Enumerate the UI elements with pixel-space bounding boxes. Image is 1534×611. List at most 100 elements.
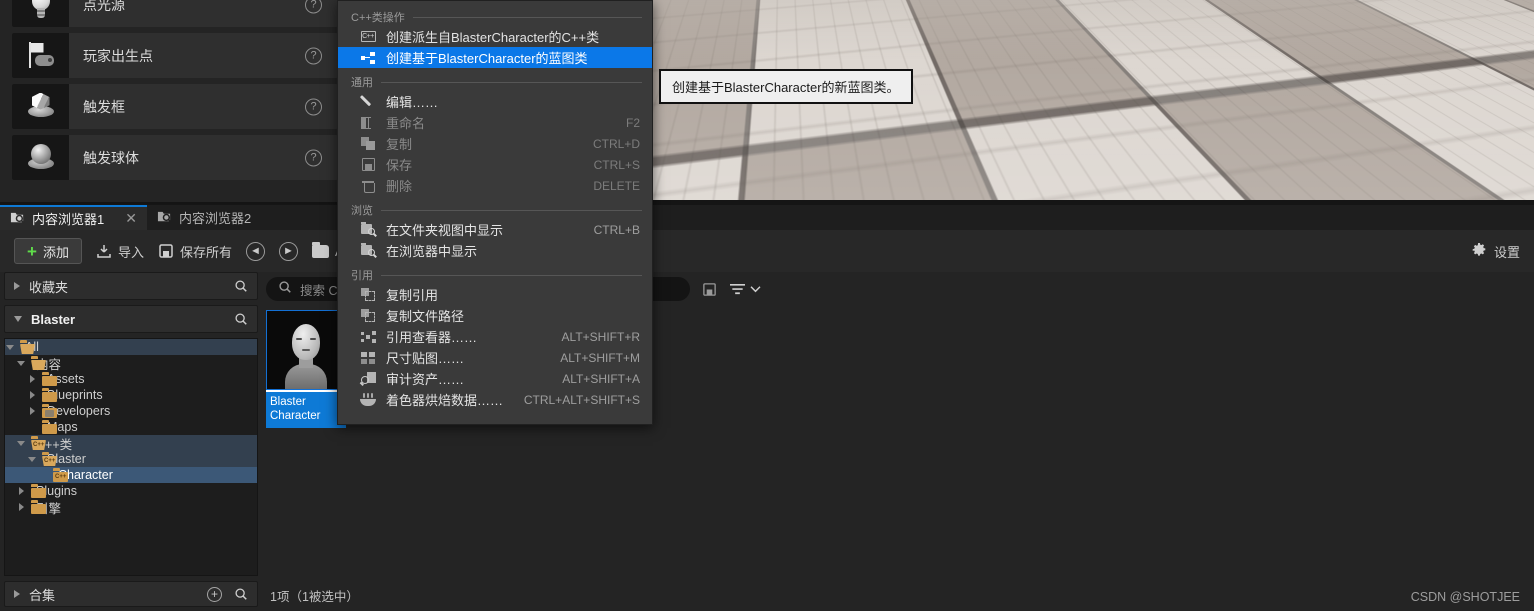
- save-search-icon[interactable]: [702, 282, 717, 297]
- tree-item-developers[interactable]: Developers: [5, 403, 257, 419]
- add-collection-icon[interactable]: +: [207, 586, 222, 602]
- search-icon[interactable]: [234, 312, 248, 326]
- chevron-down-icon: [14, 316, 22, 322]
- collections-bar[interactable]: 合集 +: [4, 581, 258, 607]
- folder-tree[interactable]: All内容AssetsBlueprintsDevelopersMapsC++C+…: [4, 338, 258, 576]
- tree-item-character[interactable]: C++ Character: [5, 467, 257, 483]
- menu-item-shader-cook[interactable]: 着色器烘焙数据…… CTRL+ALT+SHIFT+S: [338, 389, 652, 410]
- place-item-trigger-sphere[interactable]: 触发球体 ?: [12, 135, 338, 180]
- menu-item-blueprint-class[interactable]: 创建基于BlasterCharacter的蓝图类: [338, 47, 652, 68]
- place-item-player-start[interactable]: 玩家出生点 ?: [12, 33, 338, 78]
- chevron-down-icon[interactable]: [17, 360, 31, 366]
- point-light-icon: [12, 0, 69, 27]
- settings-button[interactable]: 设置: [1471, 230, 1520, 272]
- chevron-right-icon[interactable]: [18, 503, 31, 511]
- show-in-folder-icon: [360, 221, 376, 238]
- place-item-point-light[interactable]: 点光源 ?: [12, 0, 338, 27]
- tree-item-[interactable]: 内容: [5, 355, 257, 372]
- content-browser: 内容浏览器1 ✕ 内容浏览器2 + 添加 导入 保存所有 ◄ ► 设置 收藏夹 …: [0, 205, 1534, 611]
- chevron-right-icon[interactable]: [29, 375, 42, 383]
- chevron-right-icon: [14, 590, 20, 598]
- menu-item-duplicate: 复制 CTRL+D: [338, 133, 652, 154]
- trash-icon: [360, 178, 376, 194]
- import-label: 导入: [117, 244, 144, 260]
- chevron-right-icon[interactable]: [18, 487, 31, 495]
- source-header[interactable]: Blaster: [4, 305, 258, 333]
- menu-item-save: 保存 CTRL+S: [338, 154, 652, 175]
- back-button[interactable]: ◄: [245, 241, 265, 261]
- menu-item-trash: 删除 DELETE: [338, 175, 652, 196]
- close-icon[interactable]: ✕: [125, 210, 137, 227]
- help-icon[interactable]: ?: [305, 47, 322, 64]
- place-item-label: 触发球体: [83, 149, 139, 166]
- sources-panel: 收藏夹 Blaster All内容AssetsBlueprintsDevelop…: [4, 272, 258, 607]
- tab-content-browser-2[interactable]: 内容浏览器2: [146, 205, 262, 230]
- forward-button[interactable]: ►: [278, 241, 298, 261]
- chevron-right-icon: [14, 282, 20, 290]
- chevron-down-icon[interactable]: [17, 440, 31, 446]
- folder-icon: [42, 420, 57, 434]
- menu-item-label: 创建派生自BlasterCharacter的C++类: [386, 30, 600, 45]
- menu-item-reference-viewer[interactable]: 引用查看器…… ALT+SHIFT+R: [338, 326, 652, 347]
- show-in-explorer-icon: [360, 242, 376, 259]
- save-all-button[interactable]: 保存所有: [158, 242, 232, 261]
- content-browser-tabstrip: 内容浏览器1 ✕ 内容浏览器2: [0, 205, 1534, 230]
- menu-item-label: 审计资产……: [386, 372, 465, 387]
- place-actors-panel: 点光源 ? 玩家出生点 ? 触发框 ? 触发球体 ?: [0, 0, 345, 204]
- favorites-header[interactable]: 收藏夹: [4, 272, 258, 300]
- tree-item-assets[interactable]: Assets: [5, 371, 257, 387]
- search-icon[interactable]: [234, 279, 248, 293]
- import-button[interactable]: 导入: [96, 242, 144, 261]
- menu-item-label: 删除: [386, 179, 413, 194]
- folder-cpp-icon: C++: [31, 436, 46, 450]
- save-all-label: 保存所有: [179, 244, 232, 260]
- character-thumbnail: [266, 310, 346, 390]
- asset-tile-label: Blaster Character: [266, 392, 346, 428]
- asset-tile[interactable]: Blaster Character: [266, 310, 346, 428]
- menu-item-pencil[interactable]: 编辑……: [338, 91, 652, 112]
- tree-item-[interactable]: 引擎: [5, 499, 257, 516]
- menu-item-cpp-class[interactable]: C++ 创建派生自BlasterCharacter的C++类: [338, 26, 652, 47]
- content-browser-icon: [10, 210, 25, 228]
- help-icon[interactable]: ?: [305, 149, 322, 166]
- chevron-down-icon[interactable]: [6, 344, 20, 350]
- menu-section-header: 通用: [338, 73, 652, 91]
- duplicate-icon: [360, 136, 376, 152]
- menu-item-shortcut: CTRL+B: [593, 222, 640, 237]
- menu-section-rule: [412, 16, 642, 18]
- filter-button[interactable]: [729, 282, 761, 297]
- add-button-label: 添加: [42, 244, 69, 260]
- tree-item-plugins[interactable]: Plugins: [5, 483, 257, 499]
- import-icon: [96, 243, 112, 259]
- menu-item-audit-assets[interactable]: 审计资产…… ALT+SHIFT+A: [338, 368, 652, 389]
- menu-item-show-in-folder[interactable]: 在文件夹视图中显示 CTRL+B: [338, 219, 652, 240]
- add-button[interactable]: + 添加: [14, 238, 82, 264]
- chevron-right-icon[interactable]: [29, 407, 42, 415]
- tree-item-c[interactable]: C++ C++类: [5, 435, 257, 452]
- menu-item-show-in-explorer[interactable]: 在浏览器中显示: [338, 240, 652, 261]
- tab-content-browser-1[interactable]: 内容浏览器1 ✕: [0, 205, 147, 230]
- chevron-right-icon[interactable]: [29, 391, 42, 399]
- status-bar: 1项（1被选中）: [270, 590, 359, 604]
- menu-item-label: 在文件夹视图中显示: [386, 223, 504, 238]
- reference-viewer-icon: [360, 329, 376, 345]
- tree-item-maps[interactable]: Maps: [5, 419, 257, 435]
- menu-item-label: 编辑……: [386, 95, 439, 110]
- folder-icon: [311, 241, 329, 258]
- place-item-trigger-box[interactable]: 触发框 ?: [12, 84, 338, 129]
- menu-item-copy-file-path[interactable]: 复制文件路径: [338, 305, 652, 326]
- tree-item-blueprints[interactable]: Blueprints: [5, 387, 257, 403]
- save-icon: [158, 243, 174, 259]
- chevron-down-icon[interactable]: [28, 456, 42, 462]
- favorites-label: 收藏夹: [29, 279, 69, 295]
- menu-item-size-map[interactable]: 尺寸贴图…… ALT+SHIFT+M: [338, 347, 652, 368]
- help-icon[interactable]: ?: [305, 0, 322, 13]
- search-icon[interactable]: [234, 587, 248, 601]
- tree-item-blaster[interactable]: C++ Blaster: [5, 451, 257, 467]
- menu-item-label: 复制: [386, 137, 413, 152]
- folder-icon: [31, 484, 46, 498]
- help-icon[interactable]: ?: [305, 98, 322, 115]
- asset-context-menu[interactable]: C++类操作 C++ 创建派生自BlasterCharacter的C++类 创建基于B…: [337, 0, 653, 425]
- menu-item-copy-reference[interactable]: 复制引用: [338, 284, 652, 305]
- tab-label: 内容浏览器1: [32, 212, 105, 227]
